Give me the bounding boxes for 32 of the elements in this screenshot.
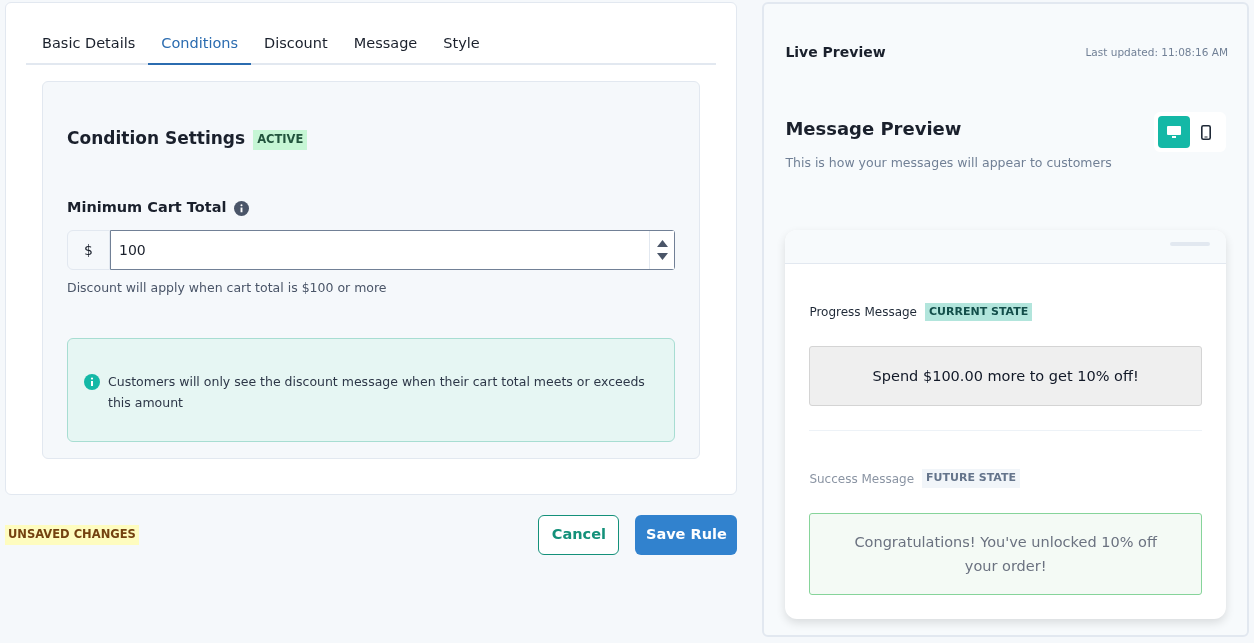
unsaved-badge: UNSAVED CHANGES (5, 525, 139, 545)
tab[interactable]: Message (340, 27, 431, 65)
message-label: Success Message (809, 470, 915, 488)
help-text: Discount will apply when cart total is $100 or more (67, 279, 388, 297)
info-icon (234, 200, 250, 216)
preview-subtitle: This is how your messages will appear to customers (785, 154, 1112, 172)
up-arrow-icon (656, 240, 668, 247)
amount-input[interactable]: 100 (110, 230, 676, 270)
save-button[interactable]: Save Rule (635, 515, 738, 555)
tab[interactable]: Style (430, 27, 493, 65)
panel-title: Live Preview (785, 43, 886, 62)
state-badge: FUTURE STATE (922, 469, 1021, 488)
tab[interactable]: Basic Details (29, 27, 149, 65)
message-box: Congratulations! You've unlocked 10% off your order! (809, 512, 1202, 595)
cancel-button[interactable]: Cancel (538, 515, 620, 555)
currency-prefix: $ (67, 230, 110, 270)
field-label: Minimum Cart Total (67, 198, 227, 218)
tab[interactable]: Discount (251, 27, 341, 65)
last-updated: Last updated: 11:08:16 AM (1085, 44, 1228, 60)
info-icon (84, 373, 100, 390)
number-stepper[interactable] (649, 231, 675, 269)
message-box: Spend $100.00 more to get 10% off! (809, 346, 1202, 407)
tab[interactable]: Conditions (148, 27, 252, 65)
section-title: Condition Settings (67, 126, 246, 150)
note-text: Customers will only see the discount message when their cart total meets or exceeds this amount (108, 372, 646, 412)
down-arrow-icon (656, 253, 668, 260)
message-label: Progress Message (809, 304, 917, 321)
phone-icon (1201, 124, 1211, 140)
preview-heading: Message Preview (785, 117, 963, 141)
monitor-icon (1167, 125, 1181, 139)
status-badge: ACTIVE (253, 130, 308, 150)
state-badge: CURRENT STATE (925, 302, 1033, 322)
